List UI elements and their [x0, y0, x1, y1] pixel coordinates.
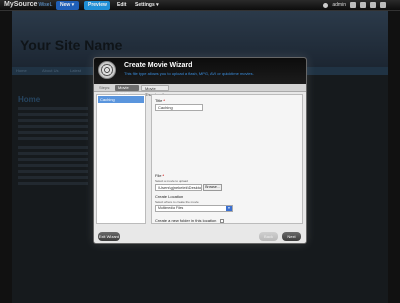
brand-sub: WiseL: [38, 2, 53, 8]
site-placeholder-text: [18, 107, 88, 188]
new-folder-label: Create a new folder in this location: [155, 218, 217, 223]
site-nav-item: Latest: [70, 68, 81, 73]
new-menu-button[interactable]: New ▾: [56, 1, 79, 10]
file-label: File*: [155, 173, 165, 178]
screen: MySourceWiseL New ▾ Preview Edit Setting…: [0, 0, 400, 303]
preview-button[interactable]: Preview: [84, 1, 110, 10]
site-nav-item: About Us: [42, 68, 59, 73]
step-movie-details[interactable]: Movie Details: [115, 85, 139, 96]
tool-icon[interactable]: [350, 2, 356, 8]
user-icon: [323, 2, 329, 8]
clipboard-icon[interactable]: [360, 2, 366, 8]
site-nav-item: Home: [16, 68, 27, 73]
user-name[interactable]: admin: [332, 2, 346, 8]
wizard-steps: Steps: Movie Details Movie Thumbnail: [94, 84, 306, 97]
wizard-header: Create Movie Wizard This file type allow…: [94, 58, 306, 84]
movie-details-form: Title* Caching File* Select a movie to u…: [151, 94, 303, 224]
right-toolbar: admin: [323, 2, 386, 8]
back-button[interactable]: Back: [259, 232, 278, 241]
next-button[interactable]: Next: [282, 232, 301, 241]
file-hint: Select a movie to upload: [155, 179, 188, 183]
exit-wizard-button[interactable]: Exit Wizard: [98, 232, 120, 241]
location-select[interactable]: Multimedia Files ▼: [155, 205, 233, 212]
browse-button[interactable]: Browse...: [203, 184, 222, 191]
help-icon[interactable]: [370, 2, 376, 8]
settings-menu-button[interactable]: Settings ▾: [131, 1, 163, 10]
steps-label: Steps:: [99, 85, 111, 90]
site-home-heading: Home: [18, 95, 41, 104]
site-name: Your Site Name: [20, 37, 123, 53]
location-select-value: Multimedia Files: [158, 206, 184, 210]
title-input[interactable]: Caching: [155, 104, 203, 111]
top-toolbar: MySourceWiseL New ▾ Preview Edit Setting…: [0, 0, 400, 11]
new-folder-checkbox[interactable]: [220, 219, 224, 223]
file-path-input[interactable]: \Users\gjnekelek\Desktop: [155, 184, 202, 191]
brand-name: MySource: [4, 1, 38, 8]
edit-button[interactable]: Edit: [113, 1, 130, 10]
chevron-down-icon[interactable]: ▼: [226, 206, 232, 211]
step-movie-thumbnail[interactable]: Movie Thumbnail: [141, 85, 169, 97]
location-hint: Select where to create the movie: [155, 200, 199, 204]
logout-icon[interactable]: [380, 2, 386, 8]
app-brand: MySourceWiseL: [4, 1, 52, 8]
location-label: Create Location: [155, 194, 184, 199]
wizard-sidebar: Caching: [96, 94, 146, 224]
wizard-subtitle: This file type allows you to upload a fl…: [124, 71, 254, 76]
create-movie-wizard: Create Movie Wizard This file type allow…: [93, 57, 307, 244]
title-label: Title*: [155, 98, 165, 103]
film-reel-icon: [98, 61, 116, 79]
wizard-title: Create Movie Wizard: [124, 62, 193, 69]
sidebar-item-caching[interactable]: Caching: [98, 96, 144, 103]
